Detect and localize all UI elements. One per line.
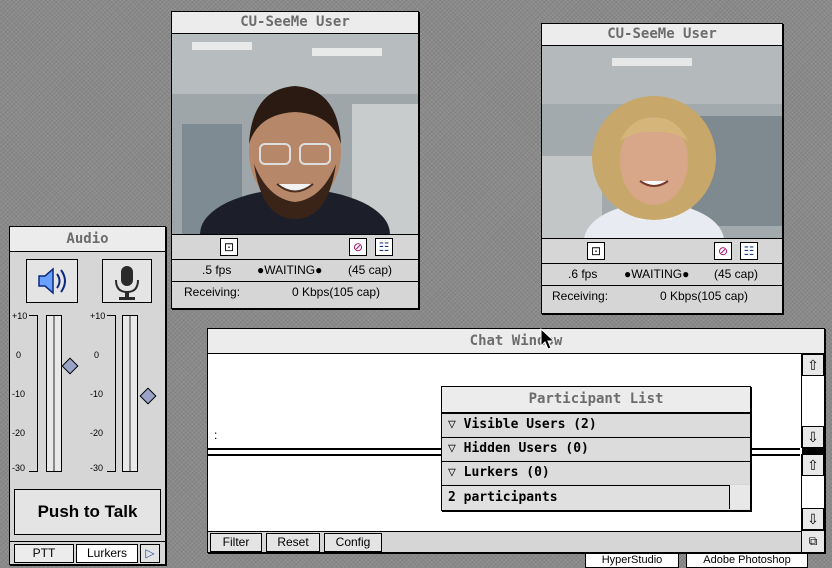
- group-label: Hidden Users (0): [463, 441, 589, 456]
- participant-list-title[interactable]: Participant List: [442, 387, 750, 413]
- disclosure-triangle-icon: ▽: [448, 465, 456, 480]
- settings-icon[interactable]: ☷: [740, 242, 758, 260]
- microphone-button[interactable]: [102, 259, 152, 303]
- speaker-scale: +10 0 -10 -20 -30: [10, 311, 40, 473]
- receiving-label: Receiving:: [552, 289, 609, 303]
- taskbar-photoshop[interactable]: Adobe Photoshop: [686, 552, 808, 568]
- push-to-talk-button[interactable]: Push to Talk: [14, 489, 161, 535]
- video-frame-woman: [542, 46, 782, 238]
- receiving-value: 0 Kbps(105 cap): [292, 285, 381, 299]
- disclosure-triangle-icon: ▽: [448, 441, 456, 456]
- audio-tabs: PTT Lurkers ▷: [10, 541, 165, 564]
- tick-label: -10: [12, 389, 26, 399]
- triangle-right-icon: ▷: [145, 546, 155, 560]
- tick-label: -20: [90, 428, 104, 438]
- disclosure-triangle-icon: ▽: [448, 417, 456, 432]
- tick-label: -30: [12, 463, 26, 473]
- mic-scale: +10 0 -10 -20 -30: [88, 311, 118, 473]
- participant-list-window[interactable]: Participant List ▽ Visible Users (2) ▽ H…: [441, 386, 751, 511]
- video-window-1[interactable]: CU-SeeMe User ⊡ ⊘ ☷ .5 fps ●WAITING● (45…: [171, 11, 419, 309]
- receiving-label: Receiving:: [184, 285, 241, 299]
- chat-input-scrollbar[interactable]: ⇧ ⇩: [801, 454, 824, 530]
- waiting-status: ●WAITING●: [624, 267, 690, 281]
- speaker-slider-thumb[interactable]: [61, 357, 79, 375]
- group-lurkers[interactable]: ▽ Lurkers (0): [442, 461, 750, 484]
- scroll-down-arrow[interactable]: ⇩: [802, 508, 824, 530]
- count-label: 2 participants: [448, 490, 558, 505]
- scroll-down-arrow[interactable]: ⇩: [802, 426, 824, 448]
- tab-lurkers[interactable]: Lurkers: [76, 544, 138, 563]
- config-button[interactable]: Config: [324, 533, 382, 552]
- slider-track: [53, 316, 55, 471]
- tick-label: +10: [12, 311, 28, 321]
- waiting-status: ●WAITING●: [257, 263, 323, 277]
- scroll-up-arrow[interactable]: ⇧: [802, 354, 824, 376]
- tick-label: -20: [12, 428, 26, 438]
- fps: .5 fps: [202, 263, 232, 277]
- tick-label: +10: [90, 311, 106, 321]
- chat-log-scrollbar[interactable]: ⇧ ⇩: [801, 354, 824, 448]
- video-window-2[interactable]: CU-SeeMe User ⊡ ⊘ ☷ .6 fps ●WAITING● (45…: [541, 23, 783, 314]
- video-2-stats: .6 fps ●WAITING● (45 cap): [542, 263, 782, 284]
- group-label: Visible Users (2): [463, 417, 597, 432]
- group-label: Lurkers (0): [463, 465, 550, 480]
- zoom-icon[interactable]: ⊡: [587, 242, 605, 260]
- microphone-icon: [115, 266, 139, 300]
- settings-icon[interactable]: ☷: [375, 238, 393, 256]
- video-frame-man: [172, 34, 418, 234]
- speaker-button[interactable]: [26, 259, 78, 303]
- fps: .6 fps: [568, 267, 598, 281]
- participant-count: 2 participants: [442, 485, 750, 510]
- cap-value: (45 cap): [348, 263, 393, 277]
- chat-prompt: :: [214, 428, 218, 442]
- resize-handle[interactable]: ⧉: [801, 530, 824, 552]
- mute-video-icon[interactable]: ⊘: [349, 238, 367, 256]
- video-2-controls: ⊡ ⊘ ☷: [542, 238, 782, 263]
- group-visible-users[interactable]: ▽ Visible Users (2): [442, 413, 750, 436]
- scroll-up-arrow[interactable]: ⇧: [802, 454, 824, 476]
- filter-button[interactable]: Filter: [210, 533, 262, 552]
- tick-label: 0: [94, 350, 100, 360]
- tab-ptt[interactable]: PTT: [14, 544, 74, 563]
- mic-slider-thumb[interactable]: [139, 387, 157, 405]
- cap-value: (45 cap): [714, 267, 759, 281]
- audio-window[interactable]: Audio +10 0 -10 -20 -30 +10 0 -10 -20 -3…: [9, 226, 166, 565]
- zoom-icon[interactable]: ⊡: [220, 238, 238, 256]
- mute-video-icon[interactable]: ⊘: [714, 242, 732, 260]
- tick-label: 0: [16, 350, 22, 360]
- mouse-cursor-icon: [540, 328, 556, 350]
- mic-volume-slider[interactable]: [122, 315, 138, 472]
- video-1-receiving: Receiving: 0 Kbps(105 cap): [172, 281, 418, 302]
- reset-button[interactable]: Reset: [266, 533, 320, 552]
- taskbar-hyperstudio[interactable]: HyperStudio: [585, 552, 679, 568]
- video-2-receiving: Receiving: 0 Kbps(105 cap): [542, 285, 782, 306]
- video-feed-2: [542, 46, 782, 238]
- audio-window-title[interactable]: Audio: [10, 227, 165, 252]
- group-hidden-users[interactable]: ▽ Hidden Users (0): [442, 437, 750, 460]
- video-1-controls: ⊡ ⊘ ☷: [172, 234, 418, 259]
- tick-label: -10: [90, 389, 104, 399]
- tab-scroll-right[interactable]: ▷: [140, 544, 160, 563]
- receiving-value: 0 Kbps(105 cap): [660, 289, 749, 303]
- video-window-2-title[interactable]: CU-SeeMe User: [542, 24, 782, 46]
- participant-list-scrollbar[interactable]: [729, 485, 750, 509]
- video-window-1-title[interactable]: CU-SeeMe User: [172, 12, 418, 34]
- video-feed-1: [172, 34, 418, 234]
- slider-track: [129, 316, 131, 471]
- chat-button-bar: Filter Reset Config: [208, 531, 802, 552]
- tick-label: -30: [90, 463, 104, 473]
- speaker-volume-slider[interactable]: [46, 315, 62, 472]
- chat-window-title[interactable]: Chat Window: [208, 329, 824, 354]
- resize-grip-icon: ⧉: [808, 534, 818, 548]
- speaker-icon: [38, 267, 66, 295]
- video-1-stats: .5 fps ●WAITING● (45 cap): [172, 259, 418, 280]
